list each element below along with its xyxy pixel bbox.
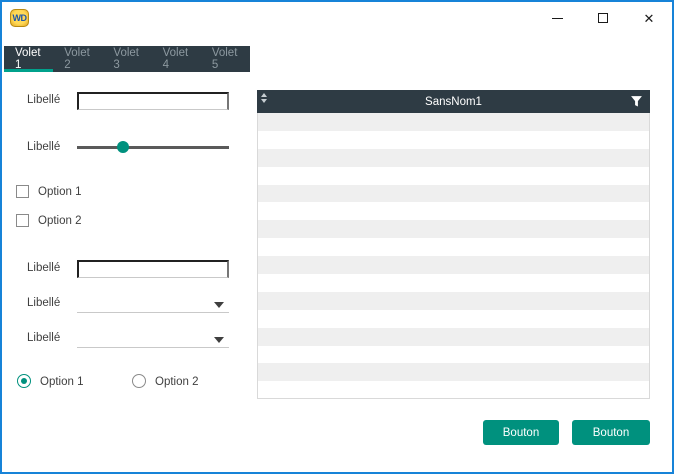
action-button-1[interactable]: Bouton xyxy=(483,420,559,445)
slider-track[interactable] xyxy=(77,146,229,149)
table-row[interactable] xyxy=(258,131,649,149)
minimize-button[interactable] xyxy=(542,6,572,30)
table-row[interactable] xyxy=(258,149,649,167)
radio-option-2[interactable] xyxy=(132,374,146,388)
maximize-button[interactable] xyxy=(588,6,618,30)
sort-icon[interactable] xyxy=(261,93,267,103)
text-field-2-label: Libellé xyxy=(27,262,60,274)
app-logo-icon: WD xyxy=(10,9,29,27)
checkbox-option-2[interactable] xyxy=(16,214,29,227)
window-controls: ✕ xyxy=(542,6,664,30)
table-row[interactable] xyxy=(258,238,649,256)
maximize-icon xyxy=(598,13,608,23)
tab-volet-2[interactable]: Volet 2 xyxy=(53,46,102,72)
checkbox-option-2-label: Option 2 xyxy=(38,215,81,227)
text-field-1-input[interactable] xyxy=(77,92,229,110)
table-row[interactable] xyxy=(258,346,649,364)
combo-2-select[interactable] xyxy=(77,330,229,348)
radio-option-1-label: Option 1 xyxy=(40,376,83,388)
table-row[interactable] xyxy=(258,381,649,399)
data-table: SansNom1 xyxy=(257,90,650,399)
slider-label: Libellé xyxy=(27,141,60,153)
table-header[interactable]: SansNom1 xyxy=(257,90,650,113)
table-row[interactable] xyxy=(258,220,649,238)
tab-volet-3[interactable]: Volet 3 xyxy=(102,46,151,72)
table-column-title: SansNom1 xyxy=(425,96,482,108)
title-bar: WD ✕ xyxy=(2,2,672,46)
combo-2-chevron-down-icon[interactable] xyxy=(214,337,224,343)
table-row[interactable] xyxy=(258,167,649,185)
combo-1-chevron-down-icon[interactable] xyxy=(214,302,224,308)
table-body[interactable] xyxy=(257,113,650,399)
table-row[interactable] xyxy=(258,202,649,220)
app-window: WD ✕ Volet 1 Volet 2 Volet 3 Volet 4 Vol… xyxy=(0,0,674,474)
tab-strip: Volet 1 Volet 2 Volet 3 Volet 4 Volet 5 xyxy=(4,46,250,72)
table-row[interactable] xyxy=(258,274,649,292)
table-row[interactable] xyxy=(258,328,649,346)
close-icon: ✕ xyxy=(644,12,655,25)
table-row[interactable] xyxy=(258,256,649,274)
radio-option-1[interactable] xyxy=(17,374,31,388)
table-row[interactable] xyxy=(258,310,649,328)
filter-icon[interactable] xyxy=(630,95,643,111)
table-row[interactable] xyxy=(258,292,649,310)
combo-1-select[interactable] xyxy=(77,295,229,313)
text-field-2-input[interactable] xyxy=(77,260,229,278)
tab-volet-5[interactable]: Volet 5 xyxy=(201,46,250,72)
close-button[interactable]: ✕ xyxy=(634,6,664,30)
checkbox-option-1-label: Option 1 xyxy=(38,186,81,198)
action-button-2[interactable]: Bouton xyxy=(572,420,650,445)
slider[interactable] xyxy=(77,140,229,154)
minimize-icon xyxy=(552,18,563,19)
radio-option-2-label: Option 2 xyxy=(155,376,198,388)
text-field-1-label: Libellé xyxy=(27,94,60,106)
table-row[interactable] xyxy=(258,363,649,381)
tab-volet-4[interactable]: Volet 4 xyxy=(152,46,201,72)
combo-2-label: Libellé xyxy=(27,332,60,344)
table-row[interactable] xyxy=(258,185,649,203)
slider-thumb[interactable] xyxy=(117,141,129,153)
combo-1-label: Libellé xyxy=(27,297,60,309)
tab-volet-1[interactable]: Volet 1 xyxy=(4,46,53,72)
checkbox-option-1[interactable] xyxy=(16,185,29,198)
table-row[interactable] xyxy=(258,113,649,131)
